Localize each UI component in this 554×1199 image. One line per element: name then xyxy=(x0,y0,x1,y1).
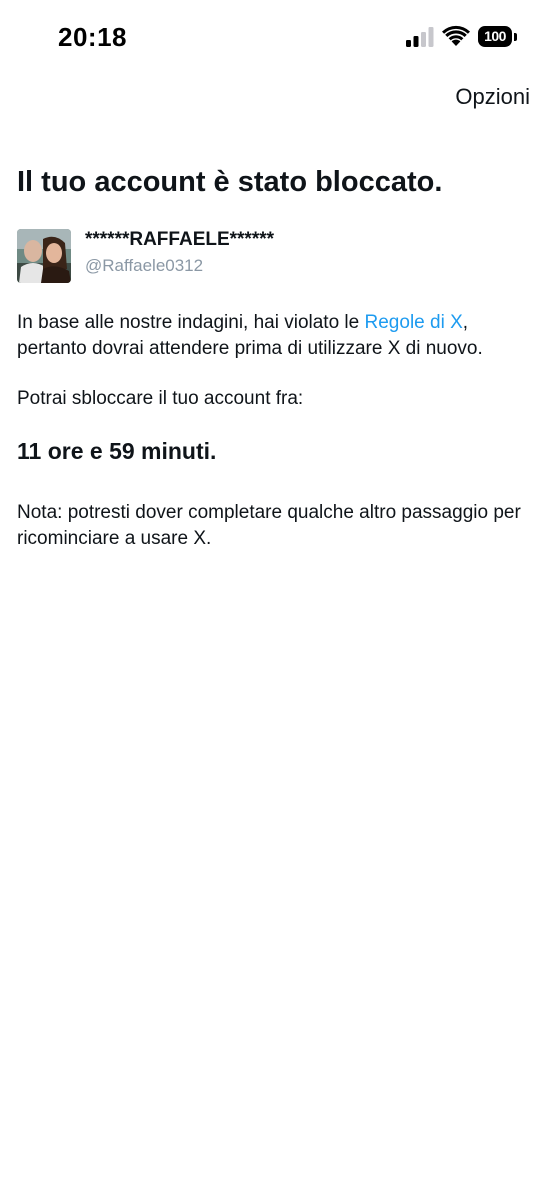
status-bar: 20:18 100 xyxy=(0,0,554,76)
battery-icon: 100 xyxy=(478,26,518,48)
avatar xyxy=(17,229,71,283)
violation-text-before: In base alle nostre indagini, hai violat… xyxy=(17,312,365,333)
battery-level: 100 xyxy=(484,28,506,44)
signal-icon xyxy=(406,27,434,47)
page-title: Il tuo account è stato bloccato. xyxy=(17,166,443,198)
rules-link[interactable]: Regole di X xyxy=(365,312,463,333)
note-text: Nota: potresti dover completare qualche … xyxy=(17,502,521,549)
wifi-icon xyxy=(442,25,470,46)
options-button[interactable]: Opzioni xyxy=(455,84,530,110)
display-name: ******RAFFAELE****** xyxy=(85,229,275,250)
unlock-countdown: 11 ore e 59 minuti. xyxy=(17,438,217,464)
account-handle: @Raffaele0312 xyxy=(85,256,204,275)
unlock-intro: Potrai sbloccare il tuo account fra: xyxy=(17,388,304,409)
status-time: 20:18 xyxy=(58,22,127,52)
account-profile: ******RAFFAELE****** @Raffaele0312 xyxy=(17,228,537,284)
violation-message: In base alle nostre indagini, hai violat… xyxy=(17,310,537,362)
